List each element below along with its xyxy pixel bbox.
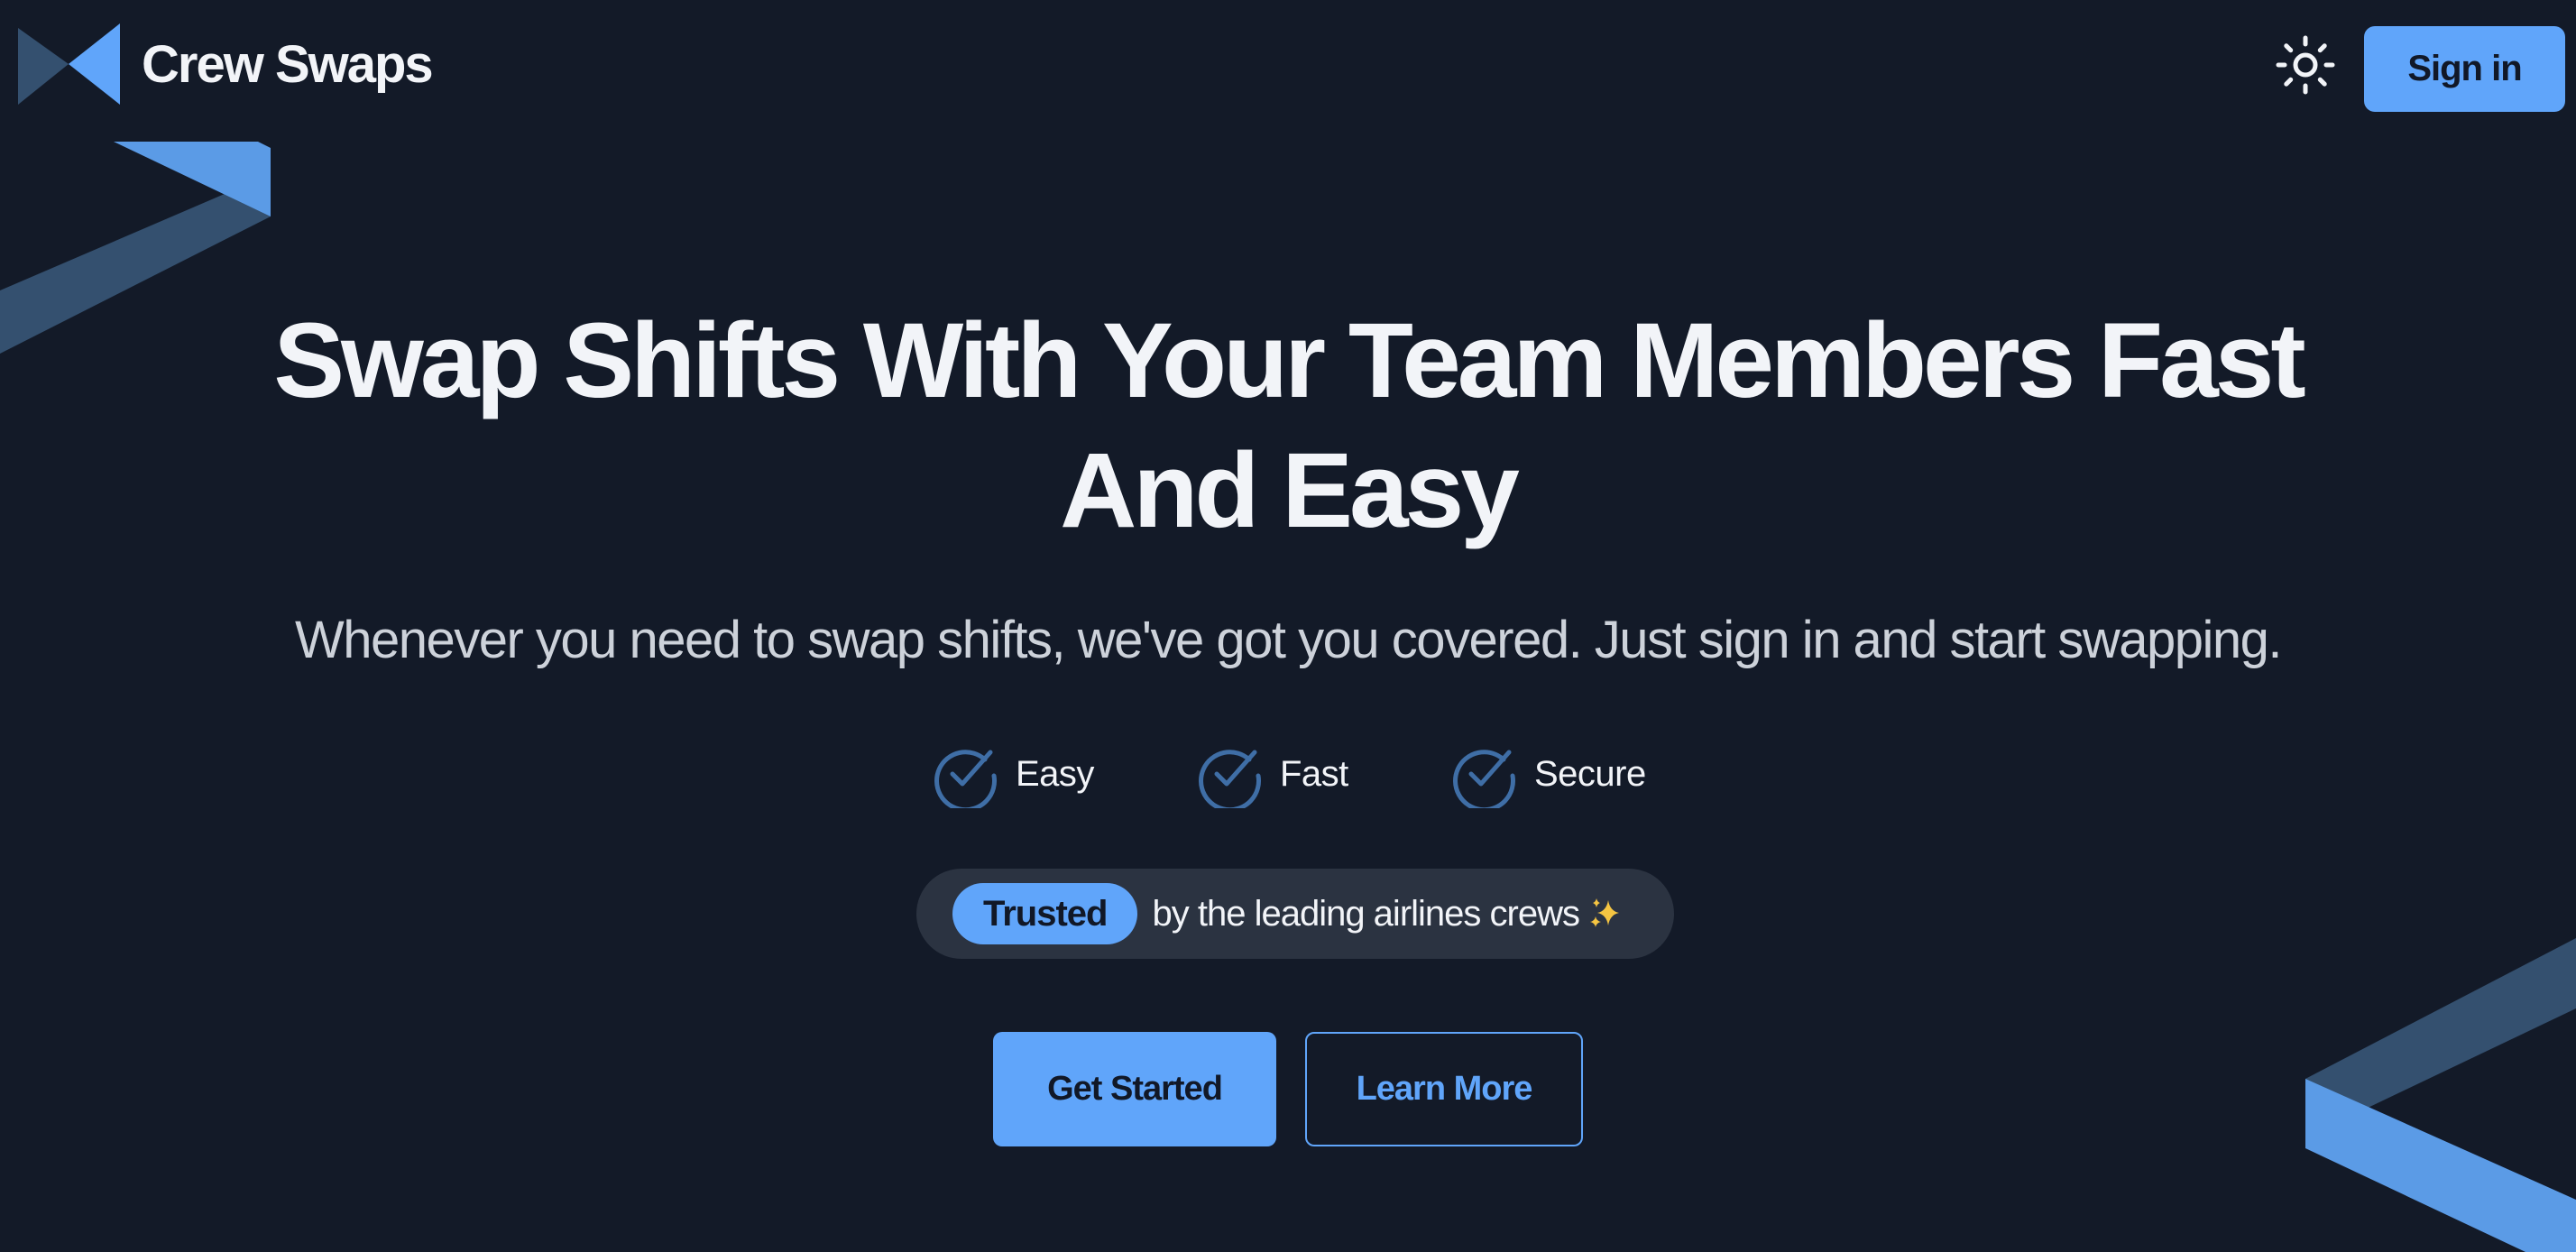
sun-icon	[2276, 35, 2335, 95]
feature-list: Easy Fast Secure	[0, 738, 2576, 810]
hero-title-line-2: And Easy	[1060, 431, 1520, 550]
sign-in-button[interactable]: Sign in	[2364, 26, 2565, 112]
learn-more-button[interactable]: Learn More	[1305, 1032, 1583, 1146]
feature-secure: Secure	[1449, 738, 1646, 810]
ribbon-bottom-right	[2305, 938, 2576, 1252]
crew-swaps-logo-icon	[18, 23, 120, 105]
landing-page: Crew Swaps Sign in Swap Shifts With Your…	[0, 0, 2576, 1252]
feature-label: Easy	[1016, 753, 1094, 794]
theme-toggle-button[interactable]	[2275, 34, 2336, 96]
hero-subtitle: Whenever you need to swap shifts, we've …	[294, 611, 2283, 669]
trusted-banner: Trusted by the leading airlines crews	[916, 869, 1674, 959]
feature-easy: Easy	[931, 738, 1094, 810]
brand-name: Crew Swaps	[142, 34, 434, 94]
feature-fast: Fast	[1195, 738, 1348, 810]
hero-title-line-1: Swap Shifts With Your Team Members Fast	[273, 301, 2305, 420]
top-nav: Crew Swaps Sign in	[0, 0, 2576, 135]
brand-logo-link[interactable]: Crew Swaps	[18, 23, 434, 105]
get-started-button[interactable]: Get Started	[993, 1032, 1276, 1146]
sparkles-icon	[1589, 898, 1619, 927]
feature-label: Fast	[1280, 753, 1348, 794]
feature-label: Secure	[1534, 753, 1646, 794]
hero-title: Swap Shifts With Your Team Members Fast …	[0, 296, 2576, 556]
trusted-text: by the leading airlines crews	[1152, 893, 1579, 934]
check-circle-icon	[934, 750, 997, 808]
check-circle-icon	[1453, 750, 1515, 808]
check-circle-icon	[1199, 750, 1261, 808]
trusted-badge: Trusted	[952, 883, 1138, 944]
